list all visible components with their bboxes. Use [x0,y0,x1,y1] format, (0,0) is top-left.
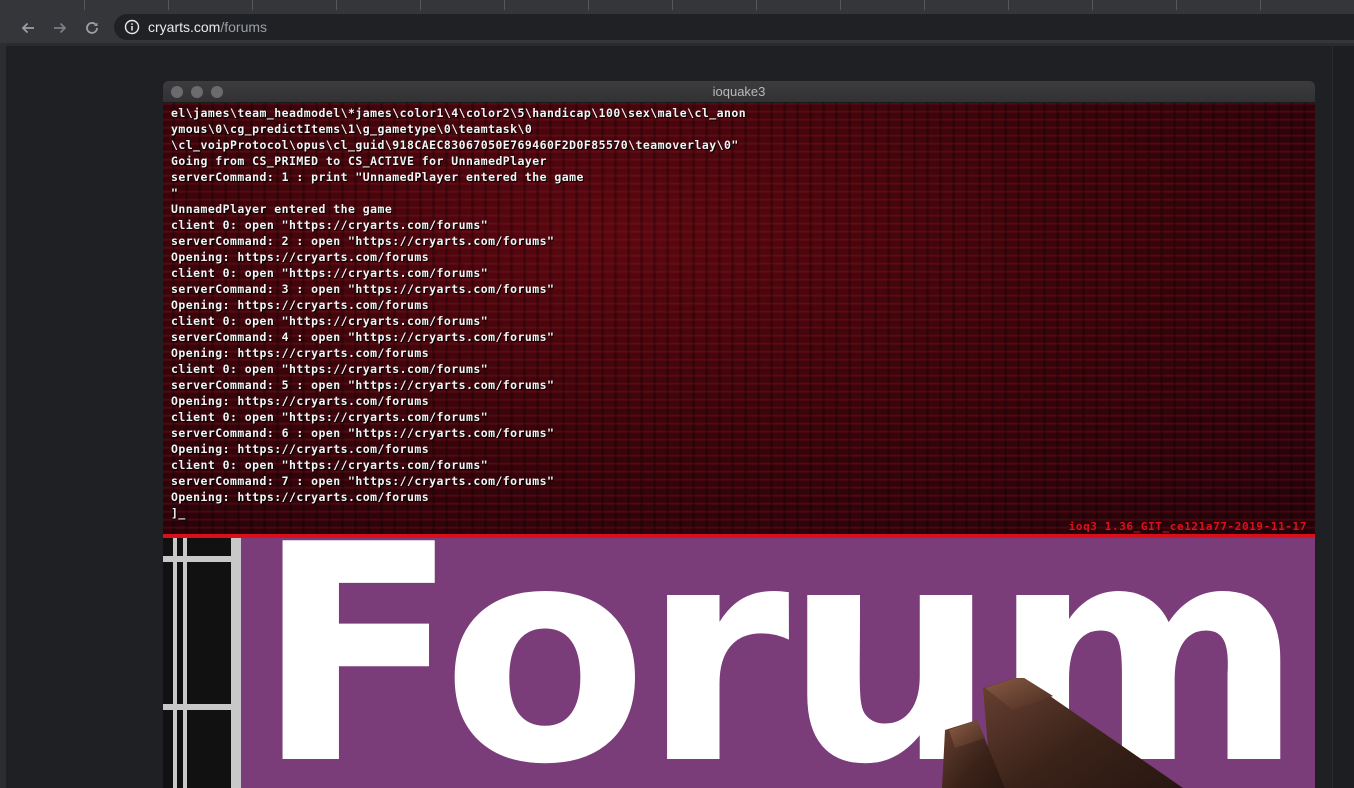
url-path: /forums [220,19,268,35]
console-line: client 0: open "https://cryarts.com/foru… [171,458,489,472]
url-text[interactable]: cryarts.com/forums [148,19,267,35]
console-line: serverCommand: 7 : open "https://cryarts… [171,474,555,488]
browser-toolbar: cryarts.com/forums [0,12,1354,43]
wall-texture [163,538,241,788]
game-console[interactable]: el\james\team_headmodel\*james\color1\4\… [163,103,1315,534]
console-line: \cl_voipProtocol\opus\cl_guid\918CAEC830… [171,138,739,152]
page-scrollbar[interactable] [1332,46,1354,788]
console-line: client 0: open "https://cryarts.com/foru… [171,410,489,424]
console-line: Opening: https://cryarts.com/forums [171,442,430,456]
page-left-edge [0,43,6,788]
console-line: " [171,186,179,200]
console-line: serverCommand: 6 : open "https://cryarts… [171,426,555,440]
console-line: client 0: open "https://cryarts.com/foru… [171,218,489,232]
back-button[interactable] [16,16,40,40]
info-icon[interactable] [124,19,140,35]
console-output: el\james\team_headmodel\*james\color1\4\… [171,105,746,521]
console-line: client 0: open "https://cryarts.com/foru… [171,362,489,376]
console-line: Opening: https://cryarts.com/forums [171,346,430,360]
weapon-icon [942,678,1183,788]
window-titlebar[interactable]: ioquake3 [163,81,1315,103]
address-bar[interactable]: cryarts.com/forums [114,14,1354,40]
console-line: serverCommand: 4 : open "https://cryarts… [171,330,555,344]
console-line: ymous\0\cg_predictItems\1\g_gametype\0\t… [171,122,533,136]
game-window[interactable]: ioquake3 el\james\team_headmodel\*james\… [163,81,1315,788]
reload-icon [86,22,98,34]
console-line: Opening: https://cryarts.com/forums [171,490,430,504]
console-line: Opening: https://cryarts.com/forums [171,250,430,264]
console-line: client 0: open "https://cryarts.com/foru… [171,266,489,280]
console-line: Opening: https://cryarts.com/forums [171,394,430,408]
console-line: UnnamedPlayer entered the game [171,202,393,216]
arrow-right-icon [54,22,67,34]
console-line: Going from CS_PRIMED to CS_ACTIVE for Un… [171,154,548,168]
console-line: ]_ [171,506,186,520]
reload-button[interactable] [80,16,104,40]
toolbar-divider [6,43,1354,46]
console-line: Opening: https://cryarts.com/forums [171,298,430,312]
console-line: el\james\team_headmodel\*james\color1\4\… [171,106,747,120]
console-line: serverCommand: 3 : open "https://cryarts… [171,282,555,296]
console-line: serverCommand: 2 : open "https://cryarts… [171,234,555,248]
game-scene[interactable]: Forum [163,538,1315,788]
version-label: ioq3 1.36_GIT_ce121a77-2019-11-17 [1068,520,1307,533]
url-host: cryarts.com [148,19,221,35]
console-line: serverCommand: 5 : open "https://cryarts… [171,378,555,392]
forward-button[interactable] [48,16,72,40]
arrow-left-icon [21,22,34,34]
window-title: ioquake3 [712,84,766,99]
console-line: serverCommand: 1 : print "UnnamedPlayer … [171,170,584,184]
console-line: client 0: open "https://cryarts.com/foru… [171,314,489,328]
